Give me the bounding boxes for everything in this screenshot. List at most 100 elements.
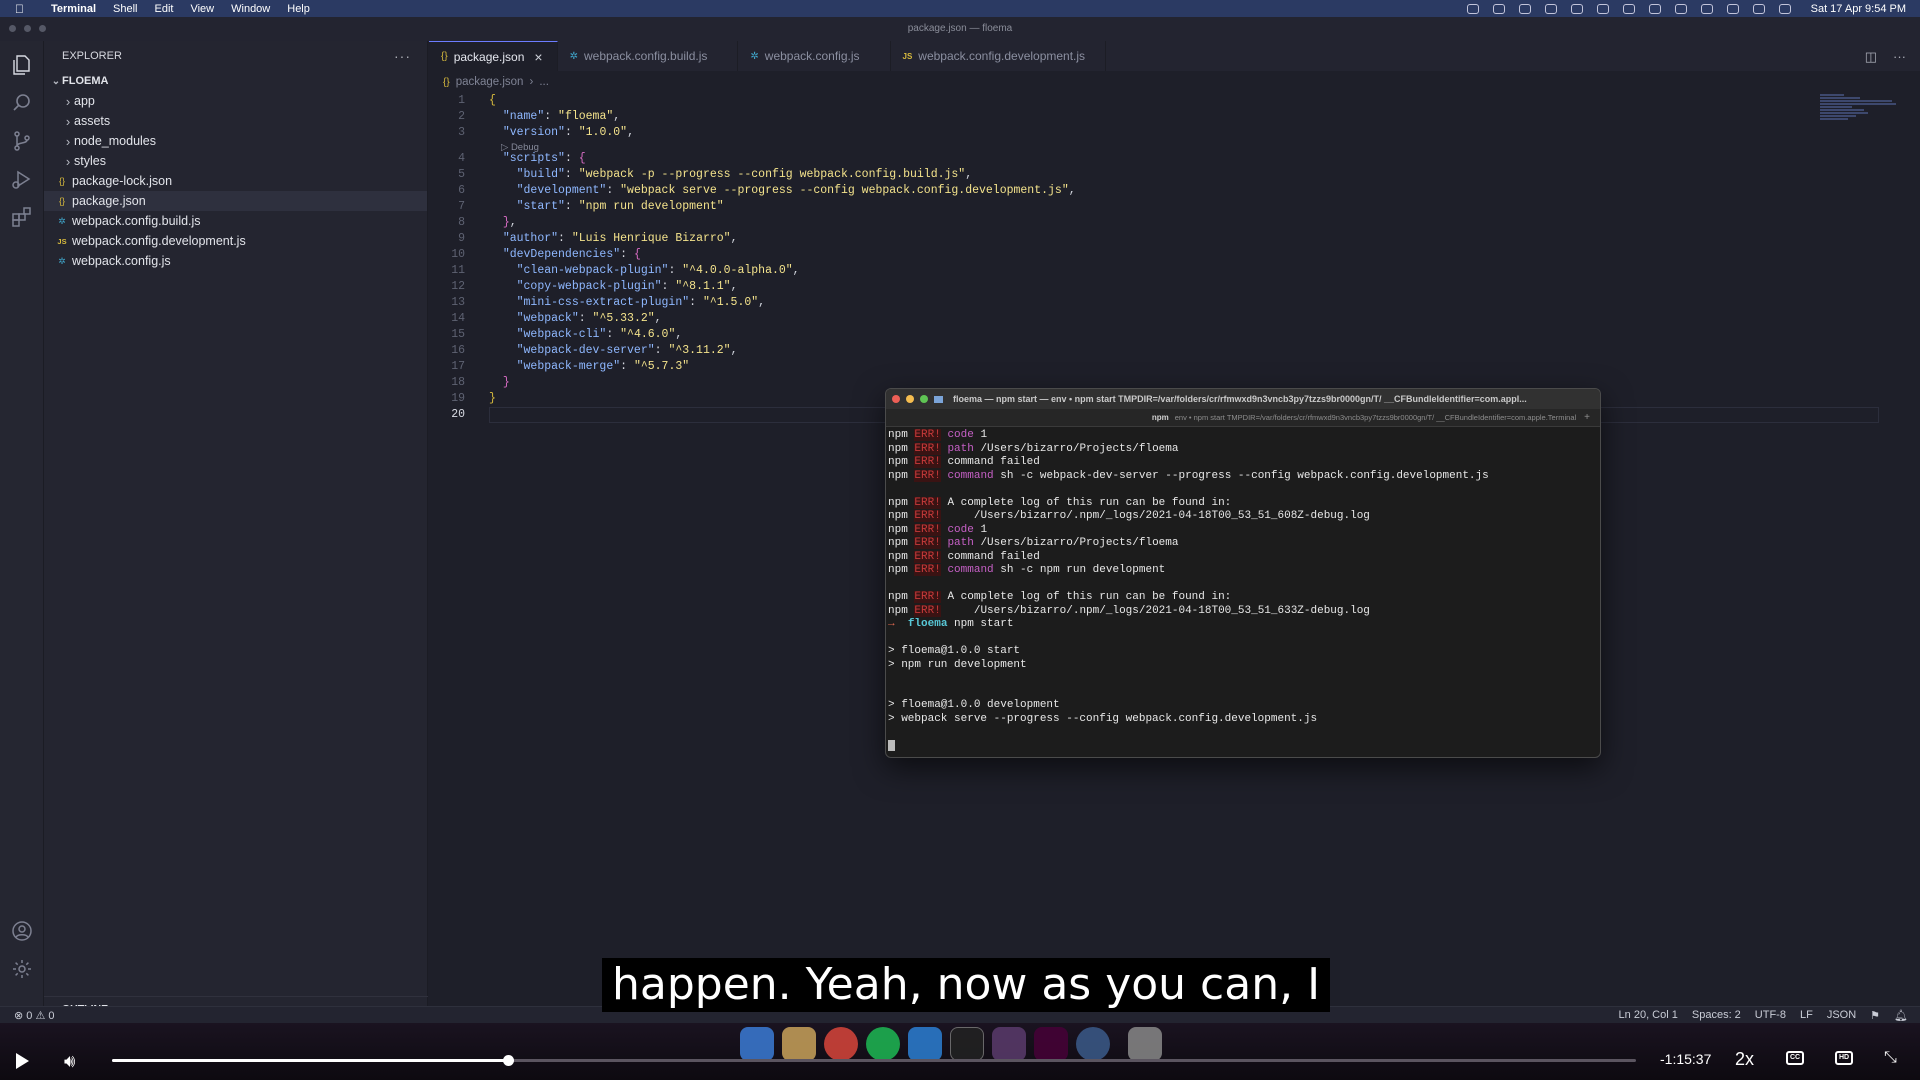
finder-icon[interactable]: [740, 1027, 774, 1061]
settings-gear-icon[interactable]: [10, 957, 34, 981]
window-title: package.json — floema: [907, 23, 1013, 34]
chrome-icon[interactable]: [824, 1027, 858, 1061]
tab-webpack-config[interactable]: ✲ webpack.config.js: [738, 41, 891, 71]
tree-item[interactable]: › app: [44, 91, 427, 111]
bluetooth-icon[interactable]: [1674, 3, 1687, 14]
apple-icon[interactable]: : [15, 2, 29, 16]
menu-view[interactable]: View: [190, 3, 214, 15]
account-icon[interactable]: [10, 919, 34, 943]
menu-edit[interactable]: Edit: [155, 3, 174, 15]
spotlight-search-icon[interactable]: [1726, 3, 1739, 14]
npm-prefix: npm: [888, 550, 908, 563]
err-badge: ERR!: [914, 429, 941, 441]
vscode-icon[interactable]: [908, 1027, 942, 1061]
tree-item[interactable]: ✲ webpack.config.js: [44, 251, 427, 271]
captions-button[interactable]: CC: [1786, 1051, 1804, 1065]
battery-icon[interactable]: [1622, 3, 1635, 14]
explorer-files-icon[interactable]: [10, 53, 34, 77]
line-number: 2: [458, 110, 465, 123]
wifi-icon[interactable]: [1700, 3, 1713, 14]
creative-cloud-icon[interactable]: [1492, 3, 1505, 14]
workspace-folder[interactable]: ⌄ FLOEMA: [44, 71, 427, 91]
progress-scrubber[interactable]: [503, 1055, 515, 1066]
tree-item[interactable]: {} package-lock.json: [44, 171, 427, 191]
encoding[interactable]: UTF-8: [1755, 1009, 1786, 1021]
terminal-output[interactable]: npm ERR! code 1 npm ERR! path /Users/biza…: [888, 429, 1598, 753]
run-debug-icon[interactable]: [10, 167, 34, 191]
terminal-line: npm ERR! path /Users/bizarro/Projects/fl…: [888, 442, 1598, 457]
tree-item[interactable]: {} package.json: [44, 191, 427, 211]
adobe-xd-icon[interactable]: [1034, 1027, 1068, 1061]
zoom-window-button[interactable]: [920, 395, 928, 403]
terminal-tab[interactable]: npm env • npm start TMPDIR=/var/folders/…: [886, 409, 1600, 427]
trash-icon[interactable]: [1128, 1027, 1162, 1061]
language-mode[interactable]: JSON: [1827, 1009, 1856, 1021]
playback-speed-button[interactable]: 2x: [1735, 1049, 1754, 1070]
quicktime-icon[interactable]: [1076, 1027, 1110, 1061]
menu-help[interactable]: Help: [287, 3, 310, 15]
split-editor-icon[interactable]: ◫: [1865, 49, 1877, 65]
breadcrumb-more[interactable]: ...: [539, 76, 549, 88]
breadcrumb-file[interactable]: package.json: [456, 76, 524, 88]
minimize-window-button[interactable]: [906, 395, 914, 403]
source-control-icon[interactable]: [10, 129, 34, 153]
more-actions-icon[interactable]: ···: [1893, 49, 1906, 65]
more-actions-icon[interactable]: ···: [394, 48, 411, 64]
cursor-position[interactable]: Ln 20, Col 1: [1619, 1009, 1678, 1021]
feedback-icon[interactable]: ⚑: [1870, 1009, 1880, 1022]
tree-item[interactable]: › styles: [44, 151, 427, 171]
tree-item[interactable]: JS webpack.config.development.js: [44, 231, 427, 251]
control-icon[interactable]: [1544, 3, 1557, 14]
window-controls[interactable]: [9, 25, 54, 32]
line-number: 7: [458, 200, 465, 213]
cloud-icon[interactable]: [1518, 3, 1531, 14]
error-text: 1: [973, 523, 988, 536]
code-line: 6 "development": "webpack serve --progre…: [429, 183, 1829, 199]
volume-icon[interactable]: 🔊︎: [64, 1051, 75, 1072]
code-line: 14 "webpack": "^5.33.2",: [429, 311, 1829, 327]
new-tab-icon[interactable]: +: [1584, 412, 1590, 423]
record-status-icon[interactable]: [1466, 3, 1479, 14]
quality-button[interactable]: HD: [1835, 1051, 1853, 1065]
progress-track[interactable]: [112, 1055, 1636, 1066]
minimap[interactable]: [1820, 93, 1900, 133]
launchpad-icon[interactable]: [782, 1027, 816, 1061]
error-text: A complete log of this run can be found …: [947, 591, 1232, 603]
close-window-button[interactable]: [892, 395, 900, 403]
siri-icon[interactable]: [1778, 3, 1791, 14]
line-ending[interactable]: LF: [1800, 1009, 1813, 1021]
search-icon[interactable]: [10, 91, 34, 115]
line-number: 8: [458, 216, 465, 229]
menu-window[interactable]: Window: [231, 3, 270, 15]
json-icon: {}: [58, 196, 65, 206]
menubar-clock[interactable]: Sat 17 Apr 9:54 PM: [1811, 3, 1906, 15]
code-text: "mini-css-extract-plugin": "^1.5.0",: [516, 296, 766, 309]
terminal-cursor: [888, 739, 895, 751]
problems-indicator[interactable]: ⊗ 0 ⚠ 0: [14, 1009, 54, 1022]
slack-icon[interactable]: [992, 1027, 1026, 1061]
tab-webpack-config-development[interactable]: JS webpack.config.development.js: [891, 41, 1107, 71]
upload-icon[interactable]: [1570, 3, 1583, 14]
menu-app-terminal[interactable]: Terminal: [51, 3, 96, 15]
play-status-icon[interactable]: [1596, 3, 1609, 14]
terminal-window[interactable]: floema — npm start — env • npm start TMP…: [885, 388, 1601, 758]
tree-item[interactable]: › node_modules: [44, 131, 427, 151]
notifications-bell-icon[interactable]: 🔔︎: [1894, 1009, 1908, 1022]
error-keyword: command: [947, 469, 994, 482]
tree-item[interactable]: › assets: [44, 111, 427, 131]
tab-package-json[interactable]: {} package.json ×: [429, 41, 558, 71]
tree-item[interactable]: ✲ webpack.config.build.js: [44, 211, 427, 231]
fullscreen-icon[interactable]: ⤡: [1884, 1049, 1897, 1067]
flag-icon[interactable]: [1648, 3, 1661, 14]
control-center-icon[interactable]: [1752, 3, 1765, 14]
tab-webpack-config-build[interactable]: ✲ webpack.config.build.js: [558, 41, 739, 71]
indentation[interactable]: Spaces: 2: [1692, 1009, 1741, 1021]
play-icon[interactable]: [16, 1053, 29, 1069]
menu-shell[interactable]: Shell: [113, 3, 137, 15]
extensions-icon[interactable]: [10, 205, 34, 229]
spotify-icon[interactable]: [866, 1027, 900, 1061]
tree-item-label: styles: [74, 154, 106, 168]
terminal-line: npm ERR! code 1: [888, 523, 1598, 538]
terminal-app-icon[interactable]: [950, 1027, 984, 1061]
close-icon[interactable]: ×: [534, 49, 542, 65]
